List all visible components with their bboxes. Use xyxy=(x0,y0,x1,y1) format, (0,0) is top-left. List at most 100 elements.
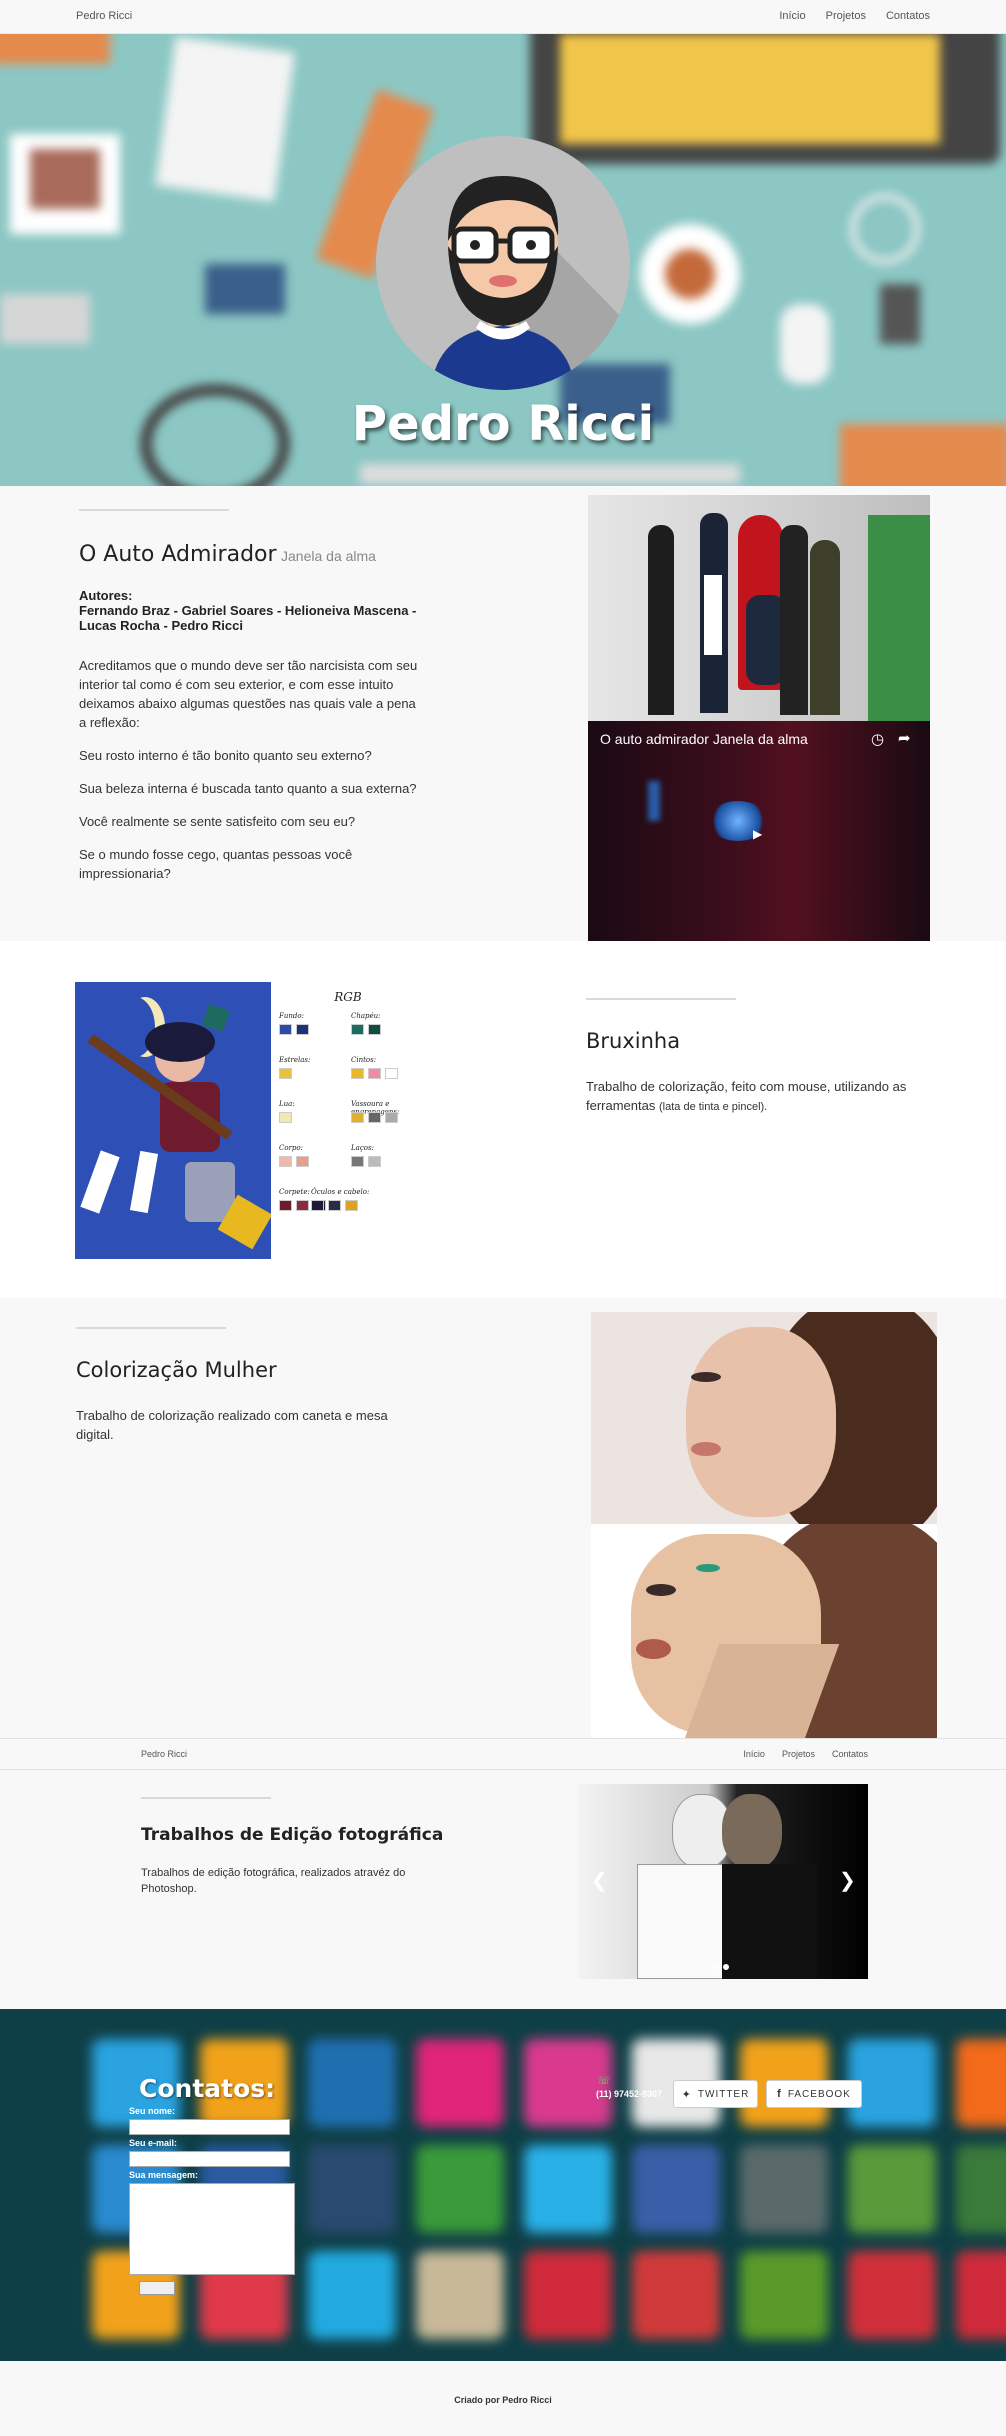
palette-swatch xyxy=(385,1112,398,1123)
background-tile xyxy=(956,2039,1006,2127)
nav-link-contatos[interactable]: Contatos xyxy=(886,10,930,22)
play-icon[interactable]: ▶ xyxy=(753,827,762,841)
clock-icon[interactable]: ◷ xyxy=(871,730,884,748)
palette-swatch xyxy=(345,1200,358,1211)
carousel-dot[interactable] xyxy=(713,1964,719,1970)
phone-number[interactable]: (11) 97452-9307 xyxy=(596,2089,662,2099)
share-icon[interactable]: ➦ xyxy=(898,729,911,747)
whatsapp-icon: ☏ xyxy=(597,2075,611,2087)
background-tile xyxy=(632,2145,720,2233)
video-title[interactable]: O auto admirador Janela da alma xyxy=(600,731,808,747)
carousel-prev-icon[interactable]: ❮ xyxy=(591,1868,608,1893)
bruxinha-illustration xyxy=(75,982,271,1259)
background-tile xyxy=(308,2251,396,2339)
avatar xyxy=(376,136,630,390)
submit-button[interactable] xyxy=(139,2281,175,2295)
project-title: Bruxinha xyxy=(586,1029,681,1053)
palette-swatch xyxy=(296,1156,309,1167)
paragraph: Sua beleza interna é buscada tanto quant… xyxy=(79,781,417,796)
carousel-dot[interactable] xyxy=(723,1964,729,1970)
palette-swatch xyxy=(351,1112,364,1123)
message-field[interactable] xyxy=(129,2183,295,2275)
background-tile xyxy=(308,2039,396,2127)
project-title: O Auto Admirador xyxy=(79,542,277,567)
avatar-illustration xyxy=(431,176,630,390)
background-tile xyxy=(848,2251,936,2339)
palette-label: Lua: xyxy=(279,1100,295,1108)
carousel-next-icon[interactable]: ❯ xyxy=(839,1868,856,1893)
name-label: Seu nome: xyxy=(129,2106,176,2116)
project-title-row: O Auto Admirador Janela da alma xyxy=(79,542,429,567)
project-description: Trabalho de colorização realizado com ca… xyxy=(76,1408,388,1442)
facebook-button[interactable]: f FACEBOOK xyxy=(766,2080,862,2108)
project-title: Trabalhos de Edição fotográfica xyxy=(141,1825,444,1845)
nav-link-projetos[interactable]: Projetos xyxy=(826,10,866,22)
divider xyxy=(79,509,229,511)
palette-swatch xyxy=(385,1068,398,1079)
top-navbar: Pedro Ricci Início Projetos Contatos xyxy=(0,0,1006,34)
paragraph: Se o mundo fosse cego, quantas pessoas v… xyxy=(79,847,353,881)
palette-swatch xyxy=(351,1156,364,1167)
palette-swatch xyxy=(279,1200,292,1211)
twitter-label: TWITTER xyxy=(697,2088,750,2100)
project-title: Colorização Mulher xyxy=(76,1358,277,1382)
video-embed[interactable]: O auto admirador Janela da alma ◷ ➦ ▶ xyxy=(588,721,930,941)
page-footer: Criado por Pedro Ricci xyxy=(0,2361,1006,2436)
twitter-icon: ✦ xyxy=(681,2088,692,2101)
contact-section: Contatos: Seu nome: Seu e-mail: Sua mens… xyxy=(0,2009,1006,2361)
palette-swatch xyxy=(351,1024,364,1035)
hero-name: Pedro Ricci xyxy=(351,396,655,452)
email-label: Seu e-mail: xyxy=(129,2138,178,2148)
palette-swatch xyxy=(279,1156,292,1167)
palette-title: RGB xyxy=(334,990,362,1004)
project-colorizacao-mulher: Colorização Mulher Trabalho de colorizaç… xyxy=(0,1298,1006,1738)
palette-swatch xyxy=(296,1200,309,1211)
background-tile xyxy=(416,2251,504,2339)
name-field[interactable] xyxy=(129,2119,290,2135)
email-field[interactable] xyxy=(129,2151,290,2167)
palette-label: Cintos: xyxy=(351,1056,377,1064)
palette-swatch xyxy=(368,1024,381,1035)
palette-swatch xyxy=(368,1156,381,1167)
nav-link-contatos[interactable]: Contatos xyxy=(832,1749,868,1759)
background-tile xyxy=(740,2251,828,2339)
palette-swatch xyxy=(296,1024,309,1035)
contact-title: Contatos: xyxy=(139,2074,276,2103)
nav-link-inicio[interactable]: Início xyxy=(743,1749,765,1759)
authors-label: Autores: xyxy=(79,588,133,603)
footer-credit: Criado por Pedro Ricci xyxy=(454,2395,552,2405)
project-description: Trabalho de colorização, feito com mouse… xyxy=(586,1077,926,1117)
background-tile xyxy=(848,2145,936,2233)
background-tile xyxy=(308,2145,396,2233)
woman-photo xyxy=(591,1312,937,1524)
background-tile xyxy=(416,2145,504,2233)
twitter-button[interactable]: ✦ TWITTER xyxy=(673,2080,758,2108)
hero-banner: Pedro Ricci xyxy=(0,34,1006,486)
project-bruxinha: RGB Fundo: Chapéu: Estrelas: Cintos: Lua: Vas… xyxy=(0,941,1006,1298)
nav-link-inicio[interactable]: Início xyxy=(779,10,805,22)
paragraph: Acreditamos que o mundo deve ser tão nar… xyxy=(79,658,418,730)
palette-swatch xyxy=(279,1112,292,1123)
project-description: Acreditamos que o mundo deve ser tão nar… xyxy=(79,656,424,883)
facebook-label: FACEBOOK xyxy=(787,2088,851,2100)
nav-link-projetos[interactable]: Projetos xyxy=(782,1749,815,1759)
palette-label: Fundo: xyxy=(279,1012,304,1020)
secondary-navbar: Pedro Ricci Início Projetos Contatos xyxy=(0,1738,1006,1770)
palette-label: Corpete: xyxy=(279,1188,310,1196)
palette-label: Laços: xyxy=(351,1144,374,1152)
palette-swatch xyxy=(328,1200,341,1211)
brand-link[interactable]: Pedro Ricci xyxy=(76,10,132,22)
background-tile xyxy=(956,2251,1006,2339)
background-tile xyxy=(524,2145,612,2233)
background-tile xyxy=(524,2251,612,2339)
group-photo xyxy=(588,495,930,721)
brand-link[interactable]: Pedro Ricci xyxy=(141,1749,187,1759)
background-tile xyxy=(740,2145,828,2233)
carousel-indicators xyxy=(713,1964,729,1970)
palette-label: Estrelas: xyxy=(279,1056,311,1064)
palette-swatch xyxy=(368,1068,381,1079)
authors-list: Fernando Braz - Gabriel Soares - Helione… xyxy=(79,603,417,633)
nav-links: Início Projetos Contatos xyxy=(743,1749,868,1759)
project-auto-admirador: O Auto Admirador Janela da alma Autores:… xyxy=(0,486,1006,941)
background-tile xyxy=(956,2145,1006,2233)
